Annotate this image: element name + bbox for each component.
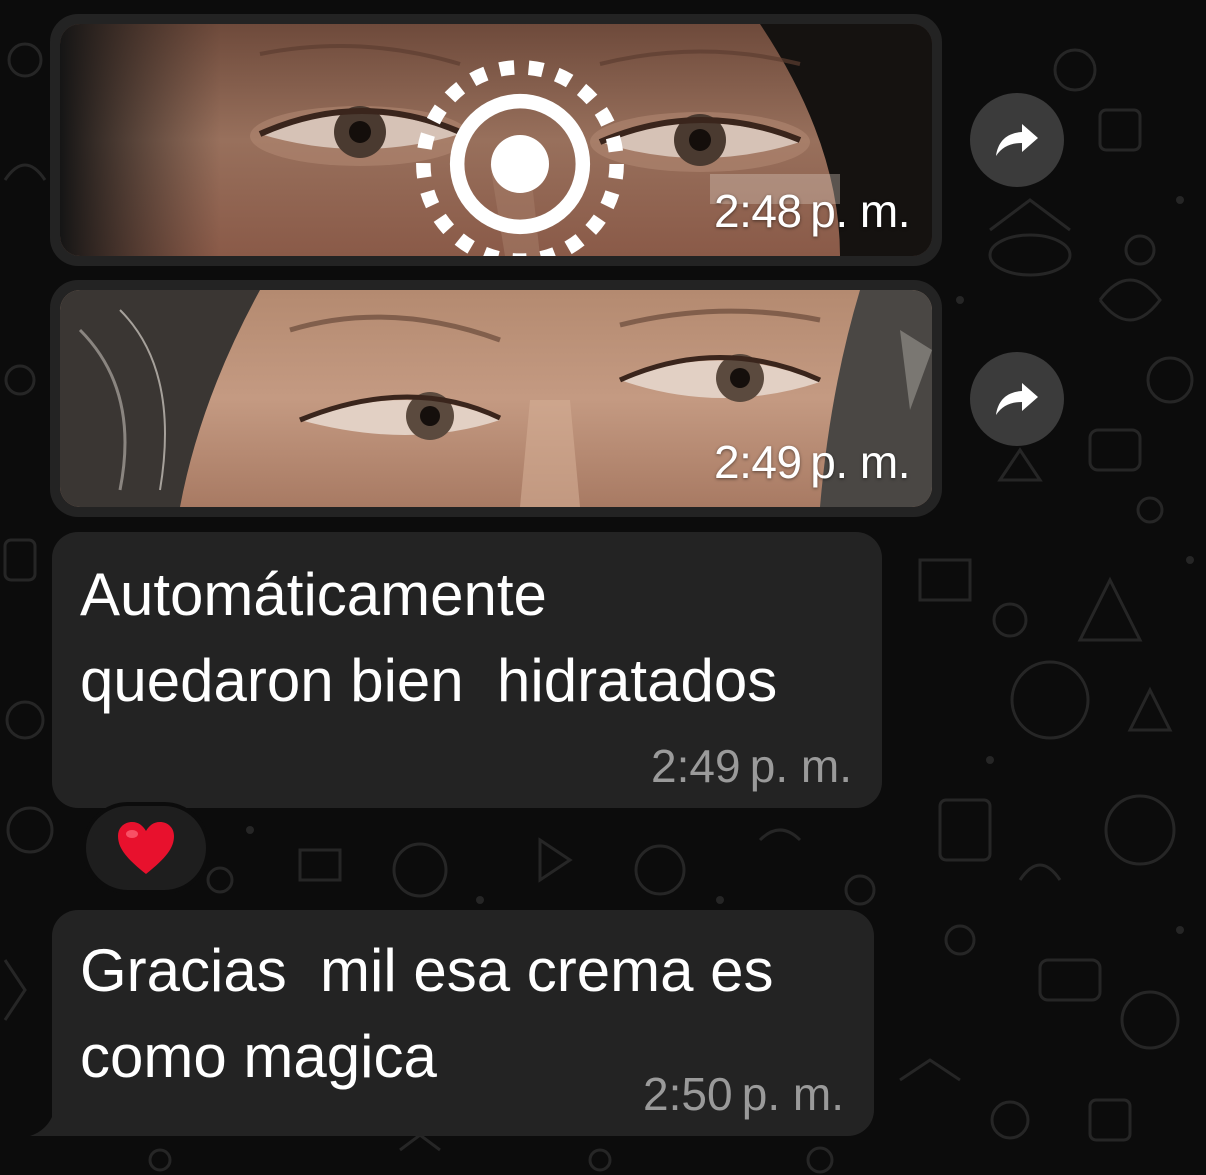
forward-arrow-icon — [996, 383, 1038, 415]
message-text-line: quedaron bien hidratados — [80, 647, 778, 714]
forward-button[interactable] — [970, 352, 1064, 446]
photo-eyes-after[interactable]: 2:49 p. m. — [60, 290, 932, 507]
image-timestamp: 2:49 p. m. — [714, 436, 910, 488]
forward-arrow-icon — [996, 124, 1038, 156]
message-text-line: Automáticamente — [80, 561, 547, 628]
image-message-2[interactable]: 2:49 p. m. — [50, 280, 942, 517]
text-message-2[interactable]: Gracias mil esa crema es como magica 2:5… — [52, 910, 874, 1136]
image-timestamp: 2:48 p. m. — [714, 185, 910, 237]
message-timestamp: 2:50 p. m. — [643, 1068, 844, 1120]
image-message-1[interactable]: 2:48 p. m. — [50, 14, 942, 266]
photo-eyes-before[interactable]: 2:48 p. m. — [60, 24, 932, 256]
reaction-badge[interactable] — [82, 802, 210, 894]
forward-button[interactable] — [970, 93, 1064, 187]
text-message-1[interactable]: Automáticamente quedaron bien hidratados… — [52, 532, 882, 808]
bubble-tail — [30, 1112, 54, 1136]
message-text-line: Gracias mil esa crema es — [80, 937, 774, 1004]
message-timestamp: 2:49 p. m. — [651, 740, 852, 792]
red-heart-emoji — [118, 822, 174, 874]
